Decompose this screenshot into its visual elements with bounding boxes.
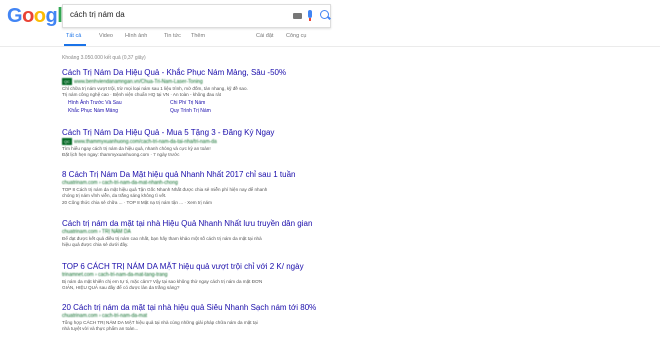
header: Google cách trị nám da Tất cả Video Hình… bbox=[0, 0, 660, 47]
result-snippet: hiệu quả được chia sẻ dưới đây. bbox=[62, 242, 129, 248]
ad-badge: QC bbox=[62, 138, 72, 145]
result-url[interactable]: QC www.benhviendanamngan.vn/Chua-Tri-Nam-… bbox=[62, 78, 362, 86]
tab-settings[interactable]: Cài đặt bbox=[256, 33, 273, 39]
result-title-link[interactable]: 8 Cách Trị Nám Da Mặt hiệu quả Nhanh Nhấ… bbox=[62, 170, 362, 180]
sitelinks: Hình Ảnh Trước Và Sau Chi Phí Trị Nám Kh… bbox=[62, 100, 362, 116]
organic-result: 8 Cách Trị Nám Da Mặt hiệu quả Nhanh Nhấ… bbox=[62, 170, 362, 206]
organic-result: Cách trị nám da mặt tại nhà Hiệu Quả Nha… bbox=[62, 219, 362, 249]
sitelink[interactable]: Khắc Phục Nám Mảng bbox=[68, 108, 118, 115]
ad-result: Cách Trị Nám Da Hiệu Quả - Khắc Phục Nám… bbox=[62, 68, 362, 116]
sitelink[interactable]: Quy Trình Trị Nám bbox=[170, 108, 211, 115]
keyboard-icon[interactable] bbox=[293, 13, 302, 19]
tab-all[interactable]: Tất cả bbox=[66, 33, 81, 39]
result-title-link[interactable]: TOP 6 CÁCH TRỊ NÁM DA MẶT hiệu quả vượt … bbox=[62, 262, 362, 272]
logo-letter: o bbox=[22, 5, 34, 27]
logo-letter: g bbox=[45, 5, 58, 27]
result-title-link[interactable]: Cách trị nám da mặt tại nhà Hiệu Quả Nha… bbox=[62, 219, 362, 229]
organic-result: TOP 6 CÁCH TRỊ NÁM DA MẶT hiệu quả vượt … bbox=[62, 262, 362, 292]
logo-letter: G bbox=[7, 5, 23, 27]
tab-video[interactable]: Video bbox=[99, 33, 113, 39]
microphone-icon[interactable] bbox=[308, 10, 312, 21]
search-input[interactable]: cách trị nám da bbox=[70, 10, 125, 19]
result-snippet: Đặt lịch hẹn ngay: thammyxuanhuong.com ·… bbox=[62, 152, 180, 158]
result-title-link[interactable]: Cách Trị Nám Da Hiệu Quả - Khắc Phục Nám… bbox=[62, 68, 362, 78]
result-url-text: www.benhviendanamngan.vn/Chua-Tri-Nam-La… bbox=[74, 79, 203, 85]
sitelink[interactable]: Chi Phí Trị Nám bbox=[170, 100, 205, 107]
result-url[interactable]: QC www.thammyxuanhuong.com/cach-tri-nam-d… bbox=[62, 138, 362, 146]
result-url[interactable]: chuatrinam.com › TRỊ NÁM DA bbox=[62, 229, 362, 236]
result-sublinks[interactable]: 20 Công thức chia sẻ chữa ... · TOP 8 Mặ… bbox=[62, 200, 362, 206]
result-url-text: www.thammyxuanhuong.com/cach-tri-nam-da-… bbox=[74, 139, 217, 145]
result-url[interactable]: chuatrinam.com › cach-tri-nam-da-mat bbox=[62, 313, 362, 320]
search-tabs: Tất cả Video Hình ảnh Tin tức Thêm Cài đ… bbox=[0, 30, 660, 47]
search-icon[interactable] bbox=[320, 10, 329, 19]
ad-badge: QC bbox=[62, 78, 72, 85]
active-tab-indicator bbox=[64, 44, 86, 46]
result-title-link[interactable]: Cách Trị Nám Da Hiệu Quả - Mua 5 Tặng 3 … bbox=[62, 128, 362, 138]
sitelink[interactable]: Hình Ảnh Trước Và Sau bbox=[68, 100, 122, 107]
tab-news[interactable]: Tin tức bbox=[164, 33, 181, 39]
result-url[interactable]: chuatrinam.com › cach-tri-nam-da-mat-nha… bbox=[62, 180, 362, 187]
tab-more[interactable]: Thêm bbox=[191, 33, 205, 39]
result-stats: Khoảng 3.050.000 kết quả (0,37 giây) bbox=[62, 55, 146, 61]
tab-images[interactable]: Hình ảnh bbox=[125, 33, 147, 39]
organic-result: 20 Cách trị nám da mặt tại nhà hiệu quả … bbox=[62, 303, 362, 333]
result-title-link[interactable]: 20 Cách trị nám da mặt tại nhà hiệu quả … bbox=[62, 303, 362, 313]
result-snippet: GIẢN, HIỆU QUẢ sau đây để có được làn da… bbox=[62, 285, 180, 291]
logo-letter: o bbox=[33, 5, 46, 27]
result-snippet: nhà tuyệt vời và thực phẩm an toàn... bbox=[62, 326, 139, 332]
result-snippet: Trị nám công nghệ cao · Bệnh viện chuẩn … bbox=[62, 92, 221, 98]
ad-result: Cách Trị Nám Da Hiệu Quả - Mua 5 Tặng 3 … bbox=[62, 128, 362, 159]
result-url[interactable]: trinamnet.com › cach-tri-nam-da-mat-tang… bbox=[62, 272, 362, 279]
search-box[interactable]: cách trị nám da bbox=[62, 4, 331, 28]
tab-tools[interactable]: Công cụ bbox=[286, 33, 307, 39]
